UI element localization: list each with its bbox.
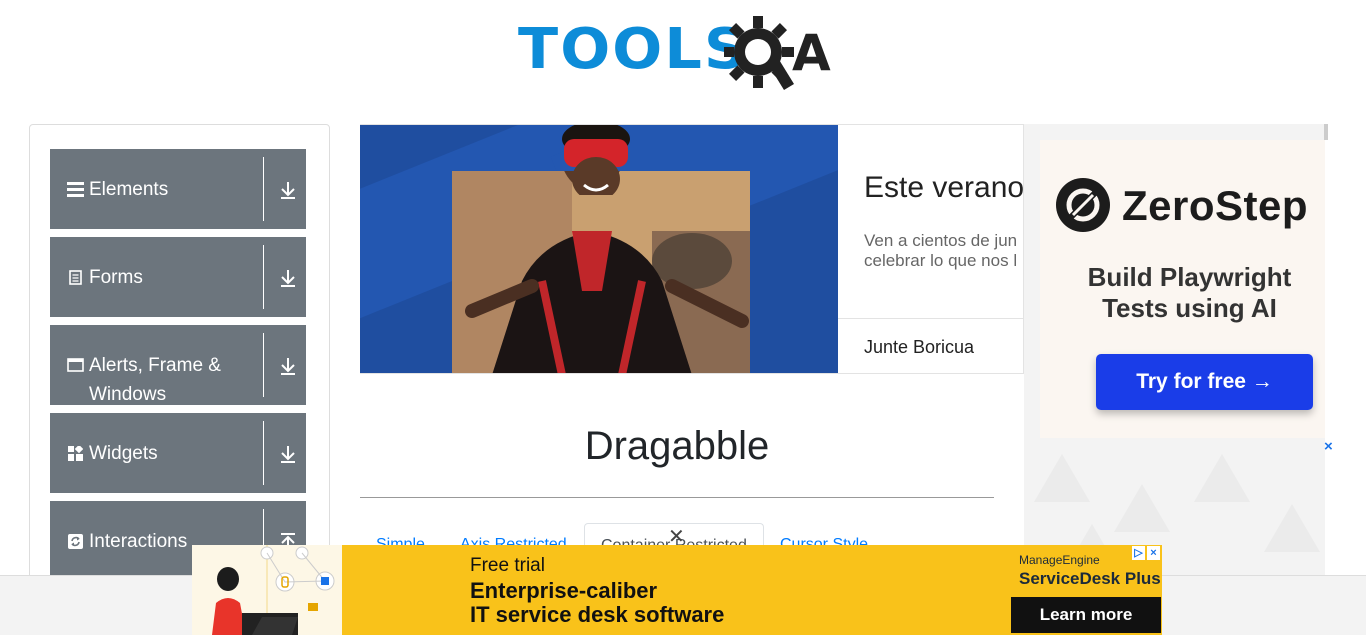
download-arrow-icon[interactable] bbox=[278, 267, 298, 289]
banner-headline: Este verano bbox=[864, 171, 1024, 204]
dancer-head bbox=[562, 125, 630, 195]
logo-tools-text: TOOLS bbox=[518, 17, 749, 82]
zerostep-tagline: Build Playwright Tests using AI bbox=[1040, 262, 1325, 324]
support-agent-illustration bbox=[192, 545, 342, 635]
sidebar-group-label: Forms bbox=[89, 266, 143, 288]
sidebar-group-elements[interactable]: Elements bbox=[50, 149, 306, 229]
banner-brand[interactable]: Junte Boricua bbox=[864, 337, 974, 358]
hamburger-icon bbox=[66, 181, 84, 197]
divider bbox=[838, 318, 1023, 319]
sidebar-group-label: Widgets bbox=[89, 442, 158, 464]
banner-subtext: Ven a cientos de jun celebrar lo que nos… bbox=[864, 231, 1017, 271]
divider bbox=[263, 245, 264, 309]
refresh-icon bbox=[66, 533, 84, 549]
divider bbox=[263, 421, 264, 485]
title-divider bbox=[360, 497, 994, 498]
bottom-ad[interactable]: Free trial Enterprise-caliber IT service… bbox=[192, 545, 1162, 635]
sidebar-group-alerts[interactable]: Alerts, Frame & Windows bbox=[50, 325, 306, 405]
logo-gear-icon: A bbox=[724, 16, 831, 90]
sidebar-group-widgets[interactable]: Widgets bbox=[50, 413, 306, 493]
divider bbox=[263, 333, 264, 397]
tagline-line: Build Playwright bbox=[1087, 262, 1292, 292]
banner-photo bbox=[360, 125, 838, 373]
ad-info-icon[interactable]: ▷ bbox=[1132, 546, 1145, 560]
widgets-icon bbox=[66, 445, 84, 461]
toolsqa-logo[interactable]: TOOLS A bbox=[518, 14, 842, 92]
tagline-line: Tests using AI bbox=[1102, 293, 1277, 323]
dancer-image bbox=[452, 171, 750, 373]
ad-close-icon[interactable]: × bbox=[1147, 546, 1160, 560]
download-arrow-icon[interactable] bbox=[278, 355, 298, 377]
servicedesk-product: ServiceDesk Plus bbox=[1019, 569, 1161, 588]
zerostep-logo-icon bbox=[1056, 178, 1110, 232]
zerostep-card: ZeroStep Build Playwright Tests using AI… bbox=[1040, 140, 1325, 438]
learn-more-button[interactable]: Learn more bbox=[1011, 597, 1161, 633]
scrollbar[interactable] bbox=[1324, 124, 1328, 140]
window-icon bbox=[66, 358, 84, 372]
manageengine-logo: ManageEngine bbox=[1019, 553, 1100, 567]
banner-subtext-line: Ven a cientos de jun bbox=[864, 231, 1018, 250]
ad-choices[interactable]: ▷ × bbox=[1132, 546, 1160, 560]
banner-ad[interactable]: Este verano Ven a cientos de jun celebra… bbox=[360, 124, 1024, 374]
document-icon bbox=[66, 269, 84, 285]
sidebar-group-forms[interactable]: Forms bbox=[50, 237, 306, 317]
download-arrow-icon[interactable] bbox=[278, 179, 298, 201]
bottom-ad-headline: IT service desk software bbox=[470, 602, 725, 627]
ad-close-icon[interactable]: × bbox=[1324, 439, 1338, 454]
try-for-free-button[interactable]: Try for free → bbox=[1096, 354, 1313, 410]
bottom-ad-trial: Free trial bbox=[470, 555, 545, 576]
page: TOOLS A Elements Forms Alerts, Frame & W… bbox=[0, 0, 1366, 635]
download-arrow-icon[interactable] bbox=[278, 443, 298, 465]
zerostep-brand: ZeroStep bbox=[1122, 182, 1309, 229]
sidebar-group-label: Elements bbox=[89, 178, 169, 200]
divider bbox=[263, 157, 264, 221]
bottom-ad-headline: Enterprise-caliber bbox=[470, 578, 658, 603]
sidebar-group-label: Interactions bbox=[89, 530, 188, 552]
banner-subtext-line: celebrar lo que nos l bbox=[864, 251, 1018, 270]
svg-text:A: A bbox=[792, 24, 831, 82]
side-ad[interactable]: ZeroStep Build Playwright Tests using AI… bbox=[1024, 124, 1325, 584]
page-title: Dragabble bbox=[584, 424, 770, 468]
close-icon[interactable]: ✕ bbox=[668, 527, 685, 547]
sidebar-group-label: Alerts, Frame & Windows bbox=[89, 355, 221, 405]
